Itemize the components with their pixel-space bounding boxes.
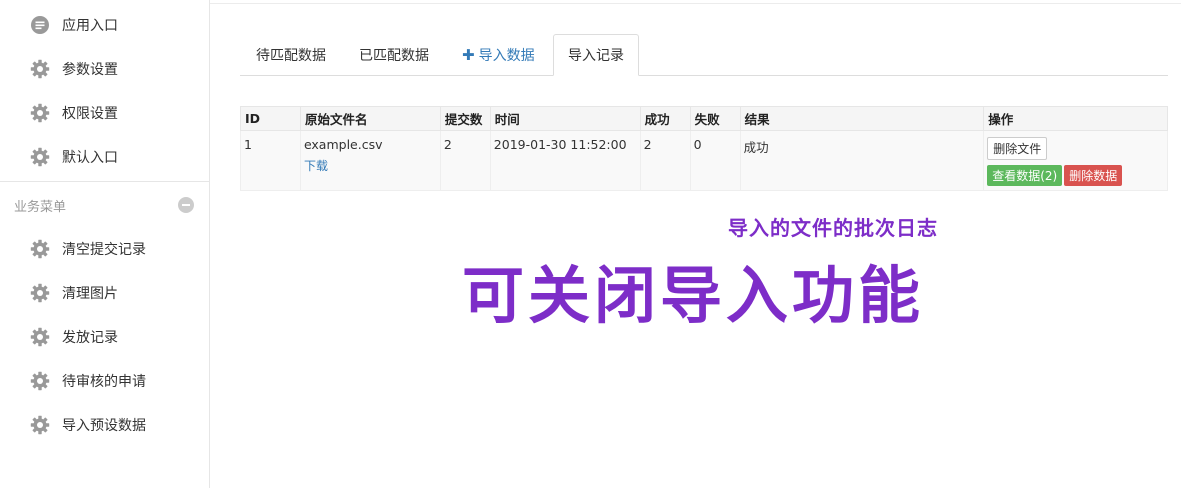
- column-header-result: 结果: [739, 106, 985, 131]
- sidebar-item-label: 导入预设数据: [62, 418, 146, 434]
- sidebar-item-label: 应用入口: [62, 18, 118, 34]
- collapse-section-button[interactable]: [178, 197, 194, 213]
- column-header-id: ID: [240, 106, 301, 131]
- sidebar-item-clean-images[interactable]: 清理图片: [30, 281, 118, 305]
- column-header-actions: 操作: [983, 106, 1168, 131]
- cell-filename: example.csv 下载: [299, 130, 441, 191]
- plus-icon: ✚: [462, 46, 475, 64]
- tab-import-records[interactable]: 导入记录: [553, 34, 639, 76]
- sidebar-item-label: 清空提交记录: [62, 242, 146, 258]
- column-header-filename: 原始文件名: [299, 106, 441, 131]
- view-data-button[interactable]: 查看数据(2): [987, 165, 1063, 186]
- gear-icon: [30, 283, 50, 303]
- table-row: 1 example.csv 下载 2 2019-01-30 11:52:00 2…: [240, 130, 1168, 191]
- sidebar-item-label: 清理图片: [62, 286, 118, 302]
- sidebar-item-permissions[interactable]: 权限设置: [30, 101, 118, 125]
- gear-icon: [30, 371, 50, 391]
- cell-failed: 0: [689, 130, 741, 191]
- sidebar-item-label: 发放记录: [62, 330, 118, 346]
- cell-result: 成功: [739, 130, 985, 191]
- import-records-table: ID 原始文件名 提交数 时间 成功 失败 结果 操作 1 example.cs…: [240, 106, 1168, 191]
- sidebar-item-issue-records[interactable]: 发放记录: [30, 325, 118, 349]
- chat-bubble-icon: [30, 15, 50, 35]
- gear-icon: [30, 147, 50, 167]
- column-header-success: 成功: [639, 106, 691, 131]
- sidebar-divider: [0, 181, 209, 182]
- cell-submitted: 2: [439, 130, 491, 191]
- cell-time: 2019-01-30 11:52:00: [489, 130, 641, 191]
- sidebar-item-pending-applications[interactable]: 待审核的申请: [30, 369, 146, 393]
- column-header-failed: 失败: [689, 106, 741, 131]
- sidebar-section-title: 业务菜单: [14, 200, 67, 215]
- tab-import-data[interactable]: ✚ 导入数据: [462, 34, 535, 76]
- gear-icon: [30, 239, 50, 259]
- sidebar-item-params[interactable]: 参数设置: [30, 57, 118, 81]
- column-header-submitted: 提交数: [439, 106, 491, 131]
- sidebar-item-label: 参数设置: [62, 62, 118, 78]
- tab-matched[interactable]: 已匹配数据: [359, 34, 429, 76]
- sidebar-item-label: 权限设置: [62, 106, 118, 122]
- cell-actions: 删除文件 查看数据(2) 删除数据: [983, 130, 1168, 191]
- top-border: [210, 0, 1181, 4]
- sidebar-item-label: 默认入口: [62, 150, 118, 166]
- annotation-subtitle: 导入的文件的批次日志: [728, 216, 938, 240]
- gear-icon: [30, 59, 50, 79]
- sidebar-item-app-entry[interactable]: 应用入口: [30, 13, 118, 37]
- tab-label: 导入数据: [478, 48, 535, 64]
- table-header-row: ID 原始文件名 提交数 时间 成功 失败 结果 操作: [240, 106, 1168, 131]
- gear-icon: [30, 327, 50, 347]
- download-link[interactable]: 下载: [304, 157, 437, 174]
- cell-success: 2: [639, 130, 691, 191]
- gear-icon: [30, 415, 50, 435]
- sidebar-item-import-preset-data[interactable]: 导入预设数据: [30, 413, 146, 437]
- annotation-title: 可关闭导入功能: [462, 259, 925, 332]
- tab-bar: 待匹配数据 已匹配数据 ✚ 导入数据 导入记录: [240, 34, 1168, 76]
- tab-label: 已匹配数据: [359, 48, 429, 64]
- sidebar: 应用入口 参数设置 权限设置 默认入口 业务菜单 清空提交记录 清理图片 发放记…: [0, 0, 210, 488]
- tab-label: 导入记录: [568, 48, 624, 64]
- sidebar-item-default-entry[interactable]: 默认入口: [30, 145, 118, 169]
- delete-file-button[interactable]: 删除文件: [987, 137, 1048, 160]
- tab-pending-match[interactable]: 待匹配数据: [256, 34, 326, 76]
- delete-data-button[interactable]: 删除数据: [1064, 165, 1123, 186]
- tab-label: 待匹配数据: [256, 48, 326, 64]
- gear-icon: [30, 103, 50, 123]
- sidebar-item-clear-submissions[interactable]: 清空提交记录: [30, 237, 146, 261]
- sidebar-item-label: 待审核的申请: [62, 374, 146, 390]
- cell-id: 1: [240, 130, 301, 191]
- column-header-time: 时间: [489, 106, 641, 131]
- filename-text: example.csv: [303, 137, 383, 152]
